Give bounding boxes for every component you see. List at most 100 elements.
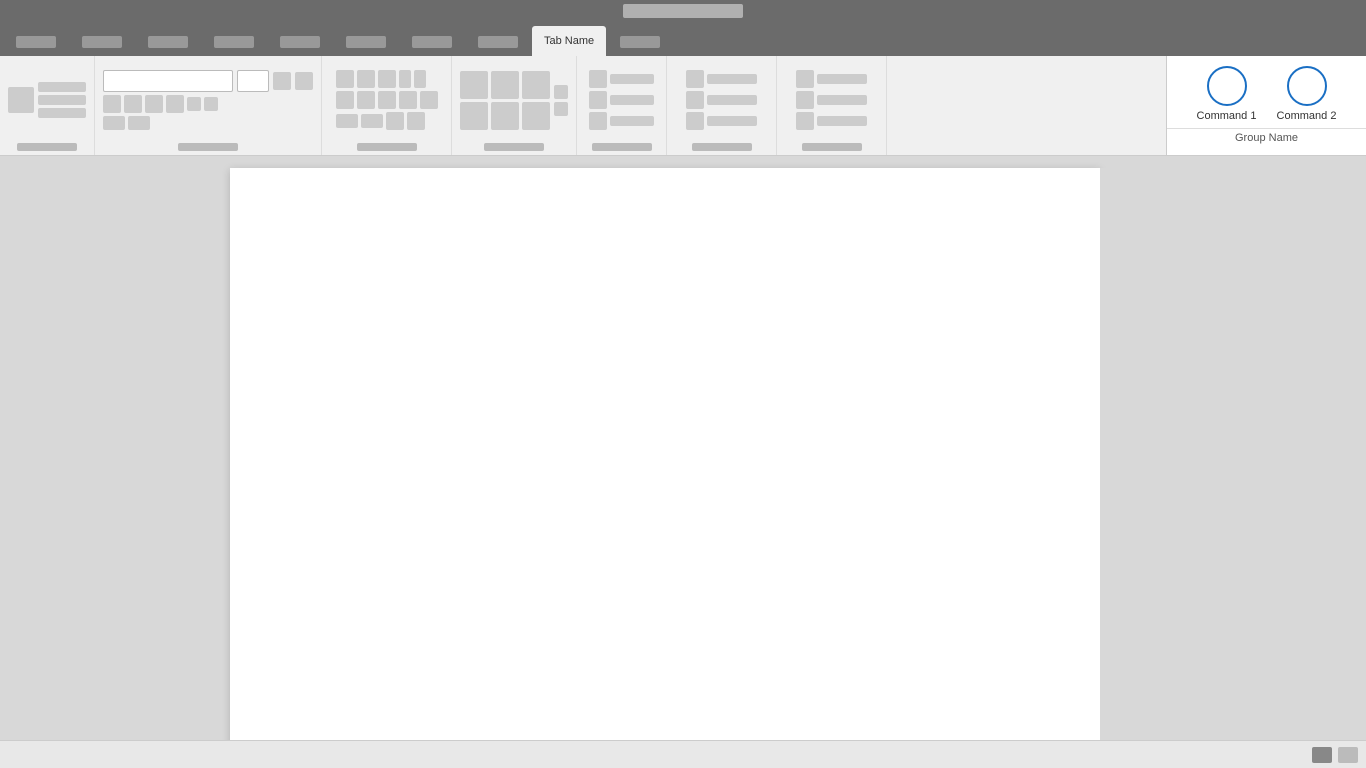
justify-btn[interactable] <box>399 91 417 109</box>
command-2-icon <box>1287 66 1327 106</box>
multilevel-list-btn[interactable] <box>378 70 396 88</box>
font-size-input[interactable] <box>237 70 269 92</box>
select-label <box>610 116 654 126</box>
btn-f[interactable] <box>796 112 814 130</box>
document-page[interactable] <box>230 168 1100 740</box>
tab-1[interactable] <box>4 28 68 56</box>
command-buttons-container: Command 1 Command 2 <box>1175 66 1359 122</box>
left-sidebar <box>0 168 230 740</box>
decrease-font-btn[interactable] <box>295 72 313 90</box>
title-text <box>623 4 743 18</box>
italic-btn[interactable] <box>124 95 142 113</box>
btn-a[interactable] <box>686 70 704 88</box>
btn-b[interactable] <box>686 91 704 109</box>
tab-name[interactable]: Tab Name <box>532 26 606 56</box>
style-h5[interactable] <box>522 102 550 130</box>
style-more-btn[interactable] <box>554 85 568 99</box>
group-6-label <box>692 143 752 151</box>
tab-5[interactable] <box>268 28 332 56</box>
shading-btn[interactable] <box>336 114 358 128</box>
style-h1[interactable] <box>491 71 519 99</box>
web-layout-btn[interactable] <box>1338 747 1358 763</box>
btn-c[interactable] <box>686 112 704 130</box>
strikethrough-btn[interactable] <box>166 95 184 113</box>
clipboard-buttons <box>38 82 86 118</box>
btn-cut[interactable] <box>38 82 86 92</box>
replace-btn[interactable] <box>589 91 607 109</box>
btn-d[interactable] <box>796 70 814 88</box>
command-2-label: Command 2 <box>1277 110 1337 122</box>
superscript-btn[interactable] <box>204 97 218 111</box>
command-2-button[interactable]: Command 2 <box>1271 66 1343 122</box>
decrease-indent-btn[interactable] <box>399 70 411 88</box>
group-3-label <box>357 143 417 151</box>
tab-4[interactable] <box>202 28 266 56</box>
style-h2[interactable] <box>522 71 550 99</box>
bold-btn[interactable] <box>103 95 121 113</box>
number-list-btn[interactable] <box>357 70 375 88</box>
tab-10[interactable] <box>608 28 672 56</box>
main-content <box>0 156 1366 740</box>
ribbon-right-group-label: Group Name <box>1167 128 1366 144</box>
ribbon-group-4 <box>452 56 577 155</box>
align-left-btn[interactable] <box>336 91 354 109</box>
label-b <box>707 95 757 105</box>
ribbon-group-6 <box>667 56 777 155</box>
command-1-button[interactable]: Command 1 <box>1191 66 1263 122</box>
style-h3[interactable] <box>460 102 488 130</box>
label-c <box>707 116 757 126</box>
line-spacing-btn[interactable] <box>420 91 438 109</box>
subscript-btn[interactable] <box>187 97 201 111</box>
group-1-label <box>17 143 77 151</box>
ribbon-group-2 <box>95 56 322 155</box>
underline-btn[interactable] <box>145 95 163 113</box>
large-button-1[interactable] <box>8 87 34 113</box>
command-1-label: Command 1 <box>1197 110 1257 122</box>
label-f <box>817 116 867 126</box>
bullet-list-btn[interactable] <box>336 70 354 88</box>
style-less-btn[interactable] <box>554 102 568 116</box>
select-btn[interactable] <box>589 112 607 130</box>
group-7-label <box>802 143 862 151</box>
highlight-btn[interactable] <box>103 116 125 130</box>
group-2-label <box>178 143 238 151</box>
group-4-label <box>484 143 544 151</box>
status-bar <box>0 740 1366 768</box>
right-sidebar <box>1100 168 1366 740</box>
title-bar <box>0 0 1366 22</box>
btn-paste[interactable] <box>38 108 86 118</box>
btn-e[interactable] <box>796 91 814 109</box>
replace-label <box>610 95 654 105</box>
tab-8[interactable] <box>466 28 530 56</box>
tab-strip: Tab Name <box>0 22 1366 56</box>
ribbon-group-5 <box>577 56 667 155</box>
sort-btn[interactable] <box>386 112 404 130</box>
group-5-label <box>592 143 652 151</box>
tab-3[interactable] <box>136 28 200 56</box>
borders-btn[interactable] <box>361 114 383 128</box>
label-d <box>817 74 867 84</box>
ribbon-group-3 <box>322 56 452 155</box>
label-e <box>817 95 867 105</box>
print-layout-btn[interactable] <box>1312 747 1332 763</box>
command-1-icon <box>1207 66 1247 106</box>
label-a <box>707 74 757 84</box>
ribbon-group-7 <box>777 56 887 155</box>
increase-indent-btn[interactable] <box>414 70 426 88</box>
font-name-input[interactable] <box>103 70 233 92</box>
tab-7[interactable] <box>400 28 464 56</box>
align-center-btn[interactable] <box>357 91 375 109</box>
btn-copy[interactable] <box>38 95 86 105</box>
ribbon-group-1-content <box>8 60 86 140</box>
find-btn[interactable] <box>589 70 607 88</box>
tab-2[interactable] <box>70 28 134 56</box>
style-h4[interactable] <box>491 102 519 130</box>
ribbon: Command 1 Command 2 Group Name <box>0 56 1366 156</box>
increase-font-btn[interactable] <box>273 72 291 90</box>
ribbon-right: Command 1 Command 2 Group Name <box>1166 56 1366 155</box>
show-hide-btn[interactable] <box>407 112 425 130</box>
font-color-btn[interactable] <box>128 116 150 130</box>
align-right-btn[interactable] <box>378 91 396 109</box>
tab-6[interactable] <box>334 28 398 56</box>
style-normal[interactable] <box>460 71 488 99</box>
